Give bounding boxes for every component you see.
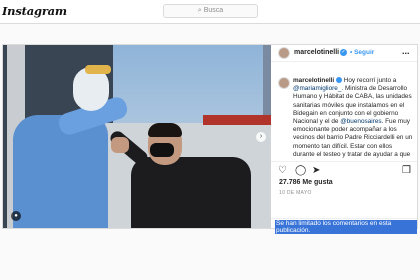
mention-link[interactable]: @mariamigliore_	[293, 85, 341, 92]
carousel-indicator	[125, 221, 149, 225]
mention-link[interactable]: @buenosaires	[340, 118, 381, 125]
comment-icon[interactable]: ◯	[295, 166, 306, 176]
avatar[interactable]	[278, 47, 290, 59]
post-sidebar: marcelotinelli ✓ • Seguir ... marcelotin…	[271, 45, 417, 234]
next-photo-button[interactable]: ›	[256, 132, 266, 142]
follow-button[interactable]: • Seguir	[350, 49, 374, 56]
follow-label: Seguir	[354, 49, 375, 56]
photo-man-jacket	[131, 157, 251, 228]
post-header: marcelotinelli ✓ • Seguir ...	[271, 45, 417, 62]
action-bar: ♡ ◯ ➤ ❒	[271, 161, 417, 181]
photo-goggles	[85, 65, 111, 74]
heart-icon[interactable]: ♡	[278, 166, 287, 176]
like-count[interactable]: 27.786 Me gusta	[279, 179, 333, 186]
search-icon: ⌕	[197, 7, 202, 14]
caption-verified-icon	[335, 77, 342, 84]
verified-badge-icon: ✓	[340, 49, 347, 56]
post-photo[interactable]: › ●	[3, 45, 271, 228]
caption-username[interactable]: marcelotinelli	[293, 77, 334, 84]
photo-face-mask	[150, 143, 174, 157]
search-input[interactable]: ⌕ Busca	[163, 4, 258, 18]
photo-fist-bump	[111, 137, 129, 153]
bookmark-icon[interactable]: ❒	[402, 166, 411, 176]
photo-health-worker	[13, 115, 108, 228]
post-caption: marcelotinelli Hoy recorrí junto a @mari…	[271, 64, 417, 158]
search-placeholder: Busca	[203, 7, 224, 14]
comments-limited-notice: Se han limitado los comentarios en esta …	[271, 218, 417, 234]
comments-limited-text: Se han limitado los comentarios en esta …	[275, 220, 417, 234]
caption-part1: Hoy recorrí junto a	[343, 77, 397, 84]
caption-text: marcelotinelli Hoy recorrí junto a @mari…	[293, 77, 415, 158]
share-icon[interactable]: ➤	[312, 166, 320, 176]
post-card: › ● marcelotinelli ✓ • Seguir ... marcel…	[2, 44, 418, 234]
more-options-icon[interactable]: ...	[402, 46, 410, 56]
instagram-logo[interactable]: Instagram	[2, 4, 67, 18]
caption-avatar[interactable]	[278, 77, 290, 89]
photo-man-hair	[148, 123, 182, 137]
post-date[interactable]: 10 DE MAYO	[279, 190, 312, 196]
post-username[interactable]: marcelotinelli	[294, 49, 339, 56]
top-navigation-bar: Instagram ⌕ Busca	[0, 0, 420, 24]
user-tag-icon[interactable]: ●	[11, 211, 21, 221]
follow-separator: •	[350, 49, 353, 56]
photo-red-stripe	[203, 115, 271, 125]
